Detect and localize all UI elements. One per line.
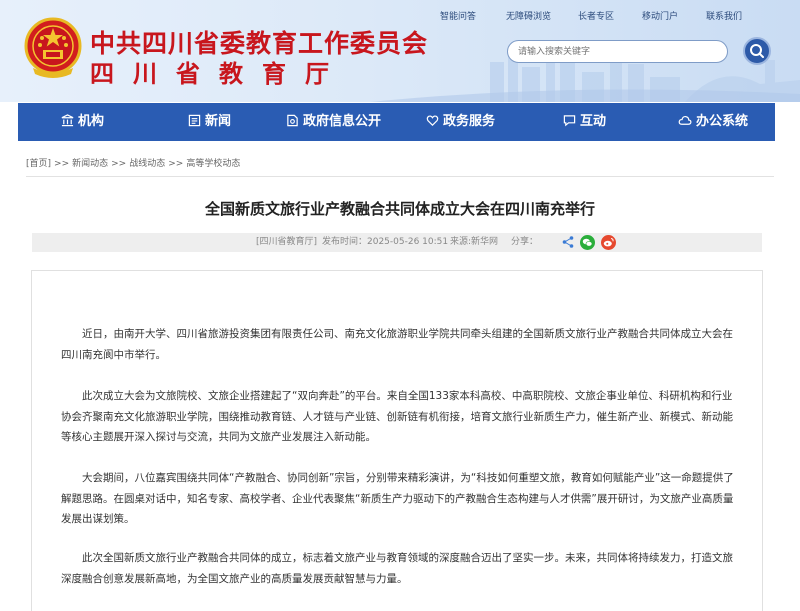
nav-label: 互动 — [580, 114, 607, 129]
nav-label: 政府信息公开 — [303, 114, 382, 129]
top-link-ai-qa[interactable]: 智能问答 — [440, 9, 476, 22]
article-content-box: 近日，由南开大学、四川省旅游投资集团有限责任公司、南充文化旅游职业学院共同牵头组… — [31, 270, 763, 611]
top-link-contact[interactable]: 联系我们 — [706, 9, 742, 22]
article-paragraph-2: 此次成立大会为文旅院校、文旅企业搭建起了“双向奔赴”的平台。来自全国133家本科… — [61, 390, 733, 443]
breadcrumb-universities[interactable]: 高等学校动态 — [186, 159, 240, 169]
search-button[interactable] — [743, 37, 771, 65]
site-subtitle: 四川省教育厅 — [90, 59, 348, 88]
nav-item-services[interactable]: 政务服务 — [426, 103, 495, 141]
weibo-icon[interactable] — [601, 235, 616, 250]
newspaper-icon — [188, 114, 201, 126]
breadcrumb-news[interactable]: 新闻动态 — [72, 159, 108, 169]
nav-item-organization[interactable]: 机构 — [61, 103, 104, 141]
main-nav: 机构 新闻 政府信息公开 政务服务 互动 办公系统 — [18, 103, 775, 141]
breadcrumb-divider — [26, 176, 774, 177]
nav-item-interaction[interactable]: 互动 — [563, 103, 606, 141]
search-input[interactable] — [507, 40, 728, 63]
top-link-mobile[interactable]: 移动门户 — [642, 9, 678, 22]
nav-item-news[interactable]: 新闻 — [188, 103, 231, 141]
article-paragraph-3: 大会期间，八位嘉宾围绕共同体“产教融合、协同创新”宗旨，分别带来精彩演讲，为“科… — [61, 472, 734, 525]
article-meta-bar: [四川省教育厅] 发布时间：2025-05-26 10:51 来源:新华网 分享… — [32, 233, 762, 252]
nav-item-office-system[interactable]: 办公系统 — [678, 103, 748, 141]
article-title: 全国新质文旅行业产教融合共同体成立大会在四川南充举行 — [204, 200, 595, 218]
publish-time: 发布时间：2025-05-26 10:51 — [322, 237, 449, 247]
article-paragraph-1: 近日，由南开大学、四川省旅游投资集团有限责任公司、南充文化旅游职业学院共同牵头组… — [61, 328, 733, 361]
wechat-icon[interactable] — [580, 235, 595, 250]
building-icon — [61, 113, 74, 126]
heart-hand-icon — [426, 114, 439, 126]
share-label: 分享： — [511, 237, 539, 247]
search-icon — [750, 44, 764, 58]
nav-label: 机构 — [78, 114, 105, 129]
top-link-elderly[interactable]: 长者专区 — [578, 9, 614, 22]
article-paragraph-4: 此次全国新质文旅行业产教融合共同体的成立，标志着文旅产业与教育领域的深度融合迈出… — [61, 552, 733, 585]
national-emblem-logo — [24, 17, 82, 78]
document-icon — [287, 114, 298, 126]
breadcrumb: [首页] >> 新闻动态 >> 战线动态 >> 高等学校动态 — [26, 159, 241, 169]
nav-label: 政务服务 — [443, 114, 496, 129]
breadcrumb-frontline[interactable]: 战线动态 — [129, 159, 165, 169]
nav-label: 办公系统 — [696, 114, 749, 129]
site-header: 中共四川省委教育工作委员会 四川省教育厅 智能问答 无障碍浏览 长者专区 移动门… — [0, 0, 800, 102]
share-icon[interactable] — [561, 235, 575, 249]
top-link-accessibility[interactable]: 无障碍浏览 — [506, 9, 551, 22]
breadcrumb-home[interactable]: [首页] — [26, 159, 51, 169]
article-source: 来源:新华网 — [450, 237, 499, 247]
chat-icon — [563, 114, 576, 126]
source-tag: [四川省教育厅] — [256, 237, 318, 247]
cloud-icon — [678, 115, 692, 125]
nav-item-gov-info[interactable]: 政府信息公开 — [286, 103, 381, 141]
nav-label: 新闻 — [205, 114, 232, 129]
